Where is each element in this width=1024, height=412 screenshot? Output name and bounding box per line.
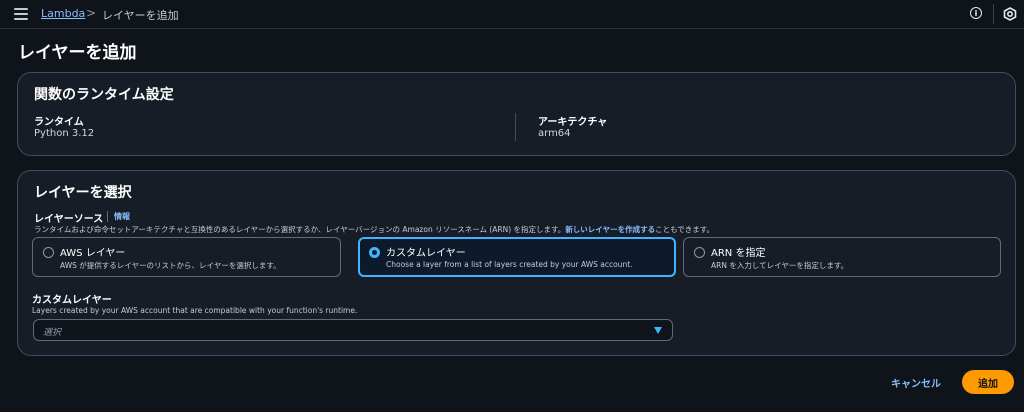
cancel-button[interactable]: キャンセル	[884, 372, 948, 392]
info-separator	[107, 211, 108, 222]
custom-layers-option[interactable]: カスタムレイヤー Choose a layer from a list of l…	[358, 237, 676, 277]
add-button[interactable]: 追加	[962, 370, 1014, 394]
info-link[interactable]: 情報	[114, 211, 130, 222]
custom-layer-select[interactable]: 選択	[33, 319, 673, 341]
specify-arn-title: ARN を指定	[711, 248, 766, 259]
architecture-value: arm64	[538, 128, 571, 139]
aws-layers-option[interactable]: AWS レイヤー AWS が提供するレイヤーのリストから、レイヤーを選択します。	[32, 237, 341, 277]
breadcrumb-separator: >	[86, 6, 97, 20]
custom-layers-radio[interactable]	[369, 247, 380, 258]
caret-down-icon	[654, 327, 662, 334]
runtime-value: Python 3.12	[34, 128, 95, 139]
aws-layers-radio[interactable]	[43, 247, 54, 258]
top-navigation-bar: Lambda > レイヤーを追加 i	[0, 0, 1024, 29]
breadcrumb-current: レイヤーを追加	[102, 9, 179, 22]
description-text: ランタイムおよび命令セットアーキテクチャと互換性のあるレイヤーから選択するか、レ…	[34, 225, 566, 234]
custom-layers-description: Choose a layer from a list of layers cre…	[386, 260, 633, 269]
aws-layers-description: AWS が提供するレイヤーのリストから、レイヤーを選択します。	[60, 261, 281, 270]
layer-select-title: レイヤーを選択	[34, 185, 132, 201]
topbar-divider	[993, 4, 994, 24]
settings-icon[interactable]	[1003, 7, 1017, 21]
runtime-label: ランタイム	[34, 117, 84, 128]
page-title: レイヤーを追加	[18, 43, 137, 63]
custom-layer-description: Layers created by your AWS account that …	[32, 306, 358, 315]
aws-layers-title: AWS レイヤー	[60, 248, 126, 259]
layer-select-panel: レイヤーを選択 レイヤーソース 情報 ランタイムおよび命令セットアーキテクチャと…	[17, 170, 1016, 356]
custom-layer-label: カスタムレイヤー	[32, 295, 112, 306]
create-layer-link[interactable]: 新しいレイヤーを作成する	[565, 225, 655, 234]
layer-source-description: ランタイムおよび命令セットアーキテクチャと互換性のあるレイヤーから選択するか、レ…	[34, 224, 714, 235]
runtime-settings-title: 関数のランタイム設定	[34, 87, 174, 103]
select-placeholder: 選択	[43, 328, 62, 338]
info-icon[interactable]: i	[970, 7, 982, 19]
architecture-label: アーキテクチャ	[538, 117, 608, 128]
breadcrumb-lambda-link[interactable]: Lambda	[41, 7, 85, 20]
menu-icon[interactable]	[14, 8, 28, 20]
column-divider	[515, 113, 516, 141]
runtime-settings-panel: 関数のランタイム設定 ランタイム Python 3.12 アーキテクチャ arm…	[17, 72, 1016, 156]
specify-arn-description: ARN を入力してレイヤーを指定します。	[711, 261, 849, 270]
specify-arn-radio[interactable]	[694, 247, 705, 258]
specify-arn-option[interactable]: ARN を指定 ARN を入力してレイヤーを指定します。	[683, 237, 1001, 277]
description-suffix: こともできます。	[655, 225, 715, 234]
custom-layers-title: カスタムレイヤー	[386, 248, 466, 259]
layer-source-label: レイヤーソース	[34, 214, 104, 225]
